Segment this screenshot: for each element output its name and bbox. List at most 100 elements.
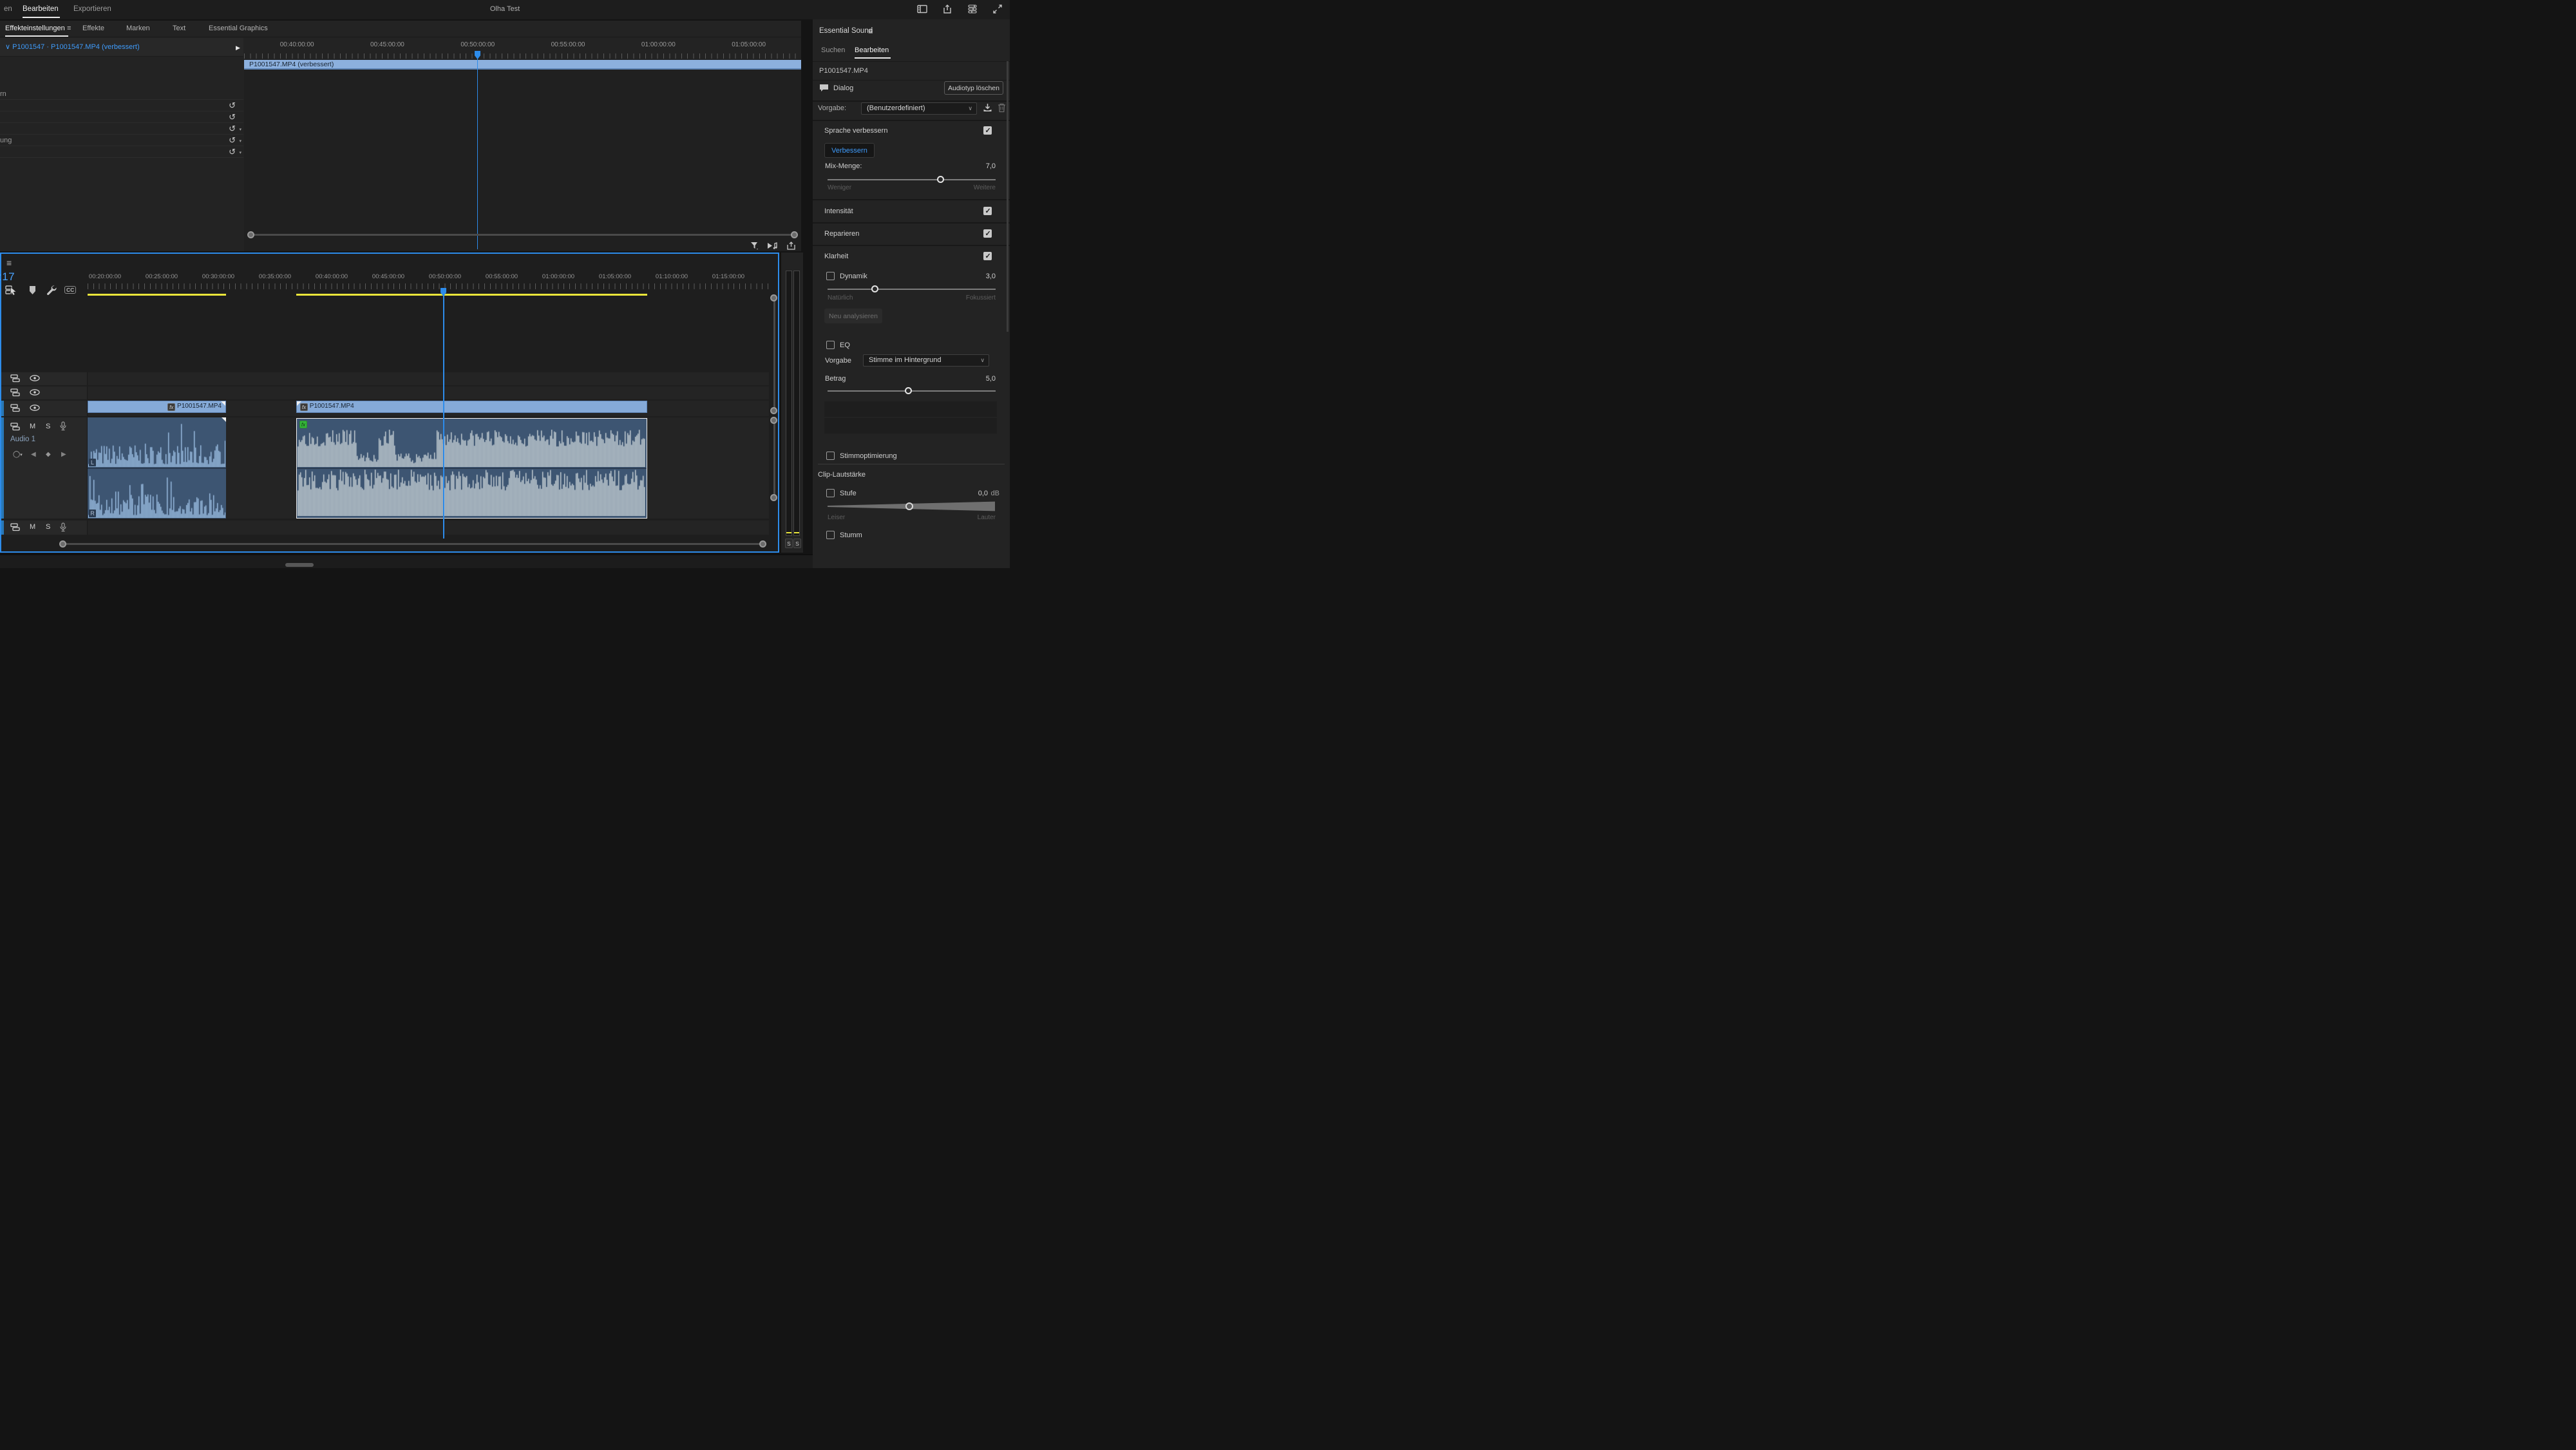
playhead-line[interactable] (443, 295, 444, 539)
volume-wedge-slider[interactable] (828, 501, 995, 511)
repair-checkbox[interactable] (983, 229, 992, 238)
slider-handle[interactable] (905, 387, 913, 394)
scrollbar-left-handle[interactable] (247, 231, 254, 238)
panel-tab-2[interactable]: Effekte (82, 24, 104, 32)
mute-checkbox[interactable] (826, 531, 835, 539)
eq-amount-value[interactable]: 5,0 (986, 375, 996, 383)
workspaces-icon[interactable] (967, 4, 979, 15)
panel-tab-4[interactable]: Text (173, 24, 185, 32)
source-patch-icon[interactable] (10, 388, 20, 397)
breadcrumb-clip-name[interactable]: P1001547 · P1001547.MP4 (verbessert) (12, 43, 140, 51)
dynamics-slider[interactable] (828, 285, 996, 292)
mute-track-button[interactable]: M (30, 423, 35, 430)
mix-amount-slider[interactable] (828, 176, 996, 183)
quick-export-icon[interactable] (942, 4, 954, 15)
mix-amount-value[interactable]: 7,0 (986, 162, 996, 170)
add-keyframe-icon[interactable]: ◆ (46, 451, 51, 458)
reanalyze-button[interactable]: Neu analysieren (824, 309, 882, 323)
solo-track-button[interactable]: S (46, 423, 50, 430)
parameter-dropdown-icon[interactable]: ▾ (239, 138, 242, 144)
panel-menu-icon[interactable]: ≡ (67, 24, 71, 32)
toggle-track-output-eye-icon[interactable] (30, 405, 40, 411)
track-header-a2[interactable]: M S (1, 520, 88, 535)
source-patch-icon[interactable] (10, 404, 20, 412)
enhance-speech-checkbox[interactable] (983, 126, 992, 135)
level-value[interactable]: 0,0 (978, 490, 988, 497)
es-tab-bearbeiten[interactable]: Bearbeiten (855, 46, 889, 54)
audio-clip-2-selected[interactable]: fx (296, 418, 647, 519)
slider-handle[interactable] (871, 285, 879, 292)
dynamics-value[interactable]: 3,0 (986, 272, 996, 280)
property-row[interactable]: ↺ (0, 111, 243, 123)
panel-tab-3[interactable]: Marken (126, 24, 150, 32)
parameter-dropdown-icon[interactable]: ▾ (239, 150, 242, 155)
level-checkbox[interactable] (826, 489, 835, 497)
scrollbar-right-handle[interactable] (791, 231, 798, 238)
effect-controls-timeline[interactable]: 00:40:00:00 00:45:00:00 00:50:00:00 00:55:0… (244, 38, 801, 251)
voice-over-record-mic-icon[interactable] (59, 421, 67, 431)
workspace-panel-icon[interactable] (917, 4, 929, 15)
previous-keyframe-icon[interactable]: ◀ (31, 451, 36, 458)
vertical-scrollbar-video[interactable] (773, 298, 775, 414)
clip-duration-bar[interactable]: P1001547.MP4 (verbessert) (244, 60, 801, 70)
track-target-v1[interactable] (1, 401, 4, 416)
eq-amount-slider[interactable] (828, 387, 996, 394)
track-a2-lane[interactable] (1, 520, 769, 535)
voice-enhance-checkbox[interactable] (826, 452, 835, 460)
toggle-track-output-eye-icon[interactable] (30, 375, 40, 381)
es-tab-suchen[interactable]: Suchen (821, 46, 845, 54)
loudness-checkbox[interactable] (983, 207, 992, 215)
preset-select[interactable]: (Benutzerdefiniert) ∨ (861, 102, 977, 115)
panel-expand-right-icon[interactable]: ▶ (236, 44, 240, 52)
source-patch-icon[interactable] (10, 423, 20, 431)
delete-preset-trash-icon[interactable] (998, 103, 1006, 113)
track-a1-name[interactable]: Audio 1 (10, 435, 35, 443)
property-row[interactable]: ↺ ▾ (0, 146, 243, 158)
reset-parameter-icon[interactable]: ↺ (229, 112, 236, 122)
property-row[interactable]: ↺ ▾ (0, 123, 243, 135)
clear-audio-type-button[interactable]: Audiotyp löschen (944, 81, 1003, 95)
reset-parameter-icon[interactable]: ↺ (229, 124, 236, 134)
timeline-menu-icon[interactable]: ≡ (6, 258, 12, 268)
eq-preset-select[interactable]: Stimme im Hintergrund ∨ (863, 354, 989, 367)
audio-clip-1[interactable]: L R (88, 417, 226, 519)
panel-menu-icon[interactable]: ≡ (868, 26, 873, 36)
enhance-button[interactable]: Verbessern (824, 143, 875, 158)
save-preset-icon[interactable] (983, 103, 992, 113)
captions-icon[interactable]: CC (64, 286, 77, 294)
timeline-ruler[interactable]: 00:20:00:00 00:25:00:00 00:30:00:00 00:35:0… (88, 269, 769, 295)
property-row[interactable]: ung ↺ ▾ (0, 135, 243, 146)
dynamics-checkbox[interactable] (826, 272, 835, 280)
toggle-track-output-eye-icon[interactable] (30, 389, 40, 396)
meter-solo-left-button[interactable]: S (785, 539, 793, 548)
reset-parameter-icon[interactable]: ↺ (229, 100, 236, 111)
video-clip-1[interactable]: fx P1001547.MP4 (88, 401, 226, 413)
track-header-v2[interactable] (1, 386, 88, 399)
vscroll-handle-bottom[interactable] (770, 407, 777, 414)
slider-handle[interactable] (936, 176, 944, 183)
reset-parameter-icon[interactable]: ↺ (229, 135, 236, 146)
filter-properties-icon[interactable] (750, 242, 759, 250)
track-v2-lane[interactable] (1, 386, 769, 399)
eq-checkbox[interactable] (826, 341, 835, 349)
video-clip-2[interactable]: fx P1001547.MP4 (296, 401, 647, 413)
parameter-dropdown-icon[interactable]: ▾ (239, 127, 242, 132)
next-keyframe-icon[interactable]: ▶ (61, 451, 66, 458)
solo-track-button[interactable]: S (46, 523, 50, 531)
mini-scrollbar-thumb[interactable] (285, 563, 314, 567)
source-patch-icon[interactable] (10, 374, 20, 383)
vscroll-handle-top[interactable] (770, 294, 777, 301)
slider-handle[interactable] (905, 502, 914, 510)
horizontal-zoom-scrollbar[interactable] (247, 231, 798, 238)
track-header-v3[interactable] (1, 372, 88, 385)
panel-tab-5[interactable]: Essential Graphics (209, 24, 268, 32)
mute-track-button[interactable]: M (30, 523, 35, 531)
chevron-down-icon[interactable]: ∨ (5, 43, 10, 51)
clarity-checkbox[interactable] (983, 252, 992, 260)
track-header-a1[interactable]: M S ◯▾ ◀ ◆ ▶ (1, 417, 88, 519)
track-v3-lane[interactable] (1, 372, 769, 385)
scrollbar-left-handle[interactable] (59, 540, 66, 548)
play-audio-icon[interactable] (767, 242, 779, 250)
panel-scrollbar[interactable] (1007, 61, 1009, 332)
timeline-timecode-partial[interactable]: :17 (0, 271, 15, 283)
